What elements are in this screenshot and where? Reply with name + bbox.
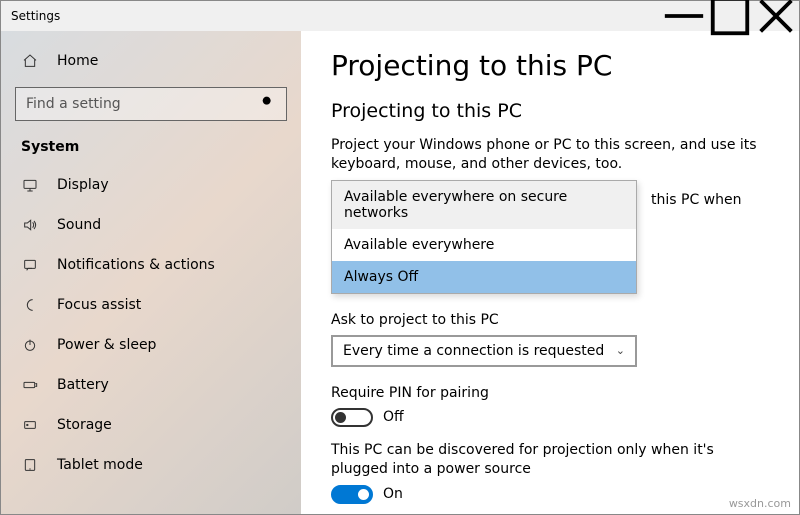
require-pin-state: Off [383, 409, 404, 425]
sidebar-item-storage[interactable]: Storage [1, 405, 301, 445]
window-controls [661, 1, 799, 31]
ask-to-project-label: Ask to project to this PC [331, 312, 769, 328]
chevron-down-icon: ⌄ [616, 344, 625, 357]
dropdown-option-secure[interactable]: Available everywhere on secure networks [332, 181, 636, 229]
sidebar-item-focus-assist[interactable]: Focus assist [1, 285, 301, 325]
discoverable-label: This PC can be discovered for projection… [331, 441, 769, 479]
sound-icon [21, 216, 39, 234]
maximize-button[interactable] [707, 1, 753, 31]
toggle-knob [335, 412, 346, 423]
window-title: Settings [11, 9, 60, 23]
page-description: Project your Windows phone or PC to this… [331, 136, 769, 174]
sidebar-item-sound[interactable]: Sound [1, 205, 301, 245]
close-button[interactable] [753, 1, 799, 31]
sidebar-item-label: Notifications & actions [57, 257, 215, 273]
discoverable-row: On [331, 485, 769, 504]
display-icon [21, 176, 39, 194]
sidebar-item-display[interactable]: Display [1, 165, 301, 205]
availability-dropdown-wrap: this PC when Available everywhere on sec… [331, 180, 769, 294]
settings-window: Settings Home [0, 0, 800, 515]
dropdown-option-off[interactable]: Always Off [332, 261, 636, 293]
sidebar: Home System Display Sound Notifications … [1, 31, 301, 514]
discoverable-toggle[interactable] [331, 485, 373, 504]
sidebar-item-label: Display [57, 177, 109, 193]
titlebar: Settings [1, 1, 799, 31]
sidebar-item-power-sleep[interactable]: Power & sleep [1, 325, 301, 365]
sidebar-item-notifications[interactable]: Notifications & actions [1, 245, 301, 285]
focus-assist-icon [21, 296, 39, 314]
search-input[interactable] [26, 96, 260, 112]
page-title: Projecting to this PC [331, 49, 769, 82]
search-icon [260, 94, 276, 114]
tablet-icon [21, 456, 39, 474]
discoverable-state: On [383, 486, 403, 502]
minimize-button[interactable] [661, 1, 707, 31]
hidden-text-fragment: this PC when [651, 192, 741, 208]
sidebar-item-tablet-mode[interactable]: Tablet mode [1, 445, 301, 485]
dropdown-option-everywhere[interactable]: Available everywhere [332, 229, 636, 261]
battery-icon [21, 376, 39, 394]
watermark: wsxdn.com [729, 497, 791, 510]
require-pin-label: Require PIN for pairing [331, 385, 769, 401]
power-icon [21, 336, 39, 354]
sidebar-item-label: Focus assist [57, 297, 141, 313]
sidebar-item-battery[interactable]: Battery [1, 365, 301, 405]
require-pin-toggle[interactable] [331, 408, 373, 427]
toggle-knob [358, 489, 369, 500]
ask-to-project-value: Every time a connection is requested [343, 343, 604, 359]
require-pin-row: Off [331, 408, 769, 427]
home-label: Home [57, 53, 98, 69]
home-icon [21, 52, 39, 70]
category-header: System [1, 131, 301, 165]
storage-icon [21, 416, 39, 434]
availability-dropdown-open[interactable]: Available everywhere on secure networks … [331, 180, 637, 294]
sidebar-item-label: Sound [57, 217, 101, 233]
sidebar-item-label: Battery [57, 377, 109, 393]
sidebar-item-label: Storage [57, 417, 112, 433]
sidebar-item-label: Power & sleep [57, 337, 156, 353]
home-nav[interactable]: Home [1, 41, 301, 81]
page-subtitle: Projecting to this PC [331, 100, 769, 122]
ask-to-project-select[interactable]: Every time a connection is requested ⌄ [331, 335, 637, 367]
window-body: Home System Display Sound Notifications … [1, 31, 799, 514]
content-pane: Projecting to this PC Projecting to this… [301, 31, 799, 514]
sidebar-item-label: Tablet mode [57, 457, 143, 473]
search-box[interactable] [15, 87, 287, 121]
notifications-icon [21, 256, 39, 274]
